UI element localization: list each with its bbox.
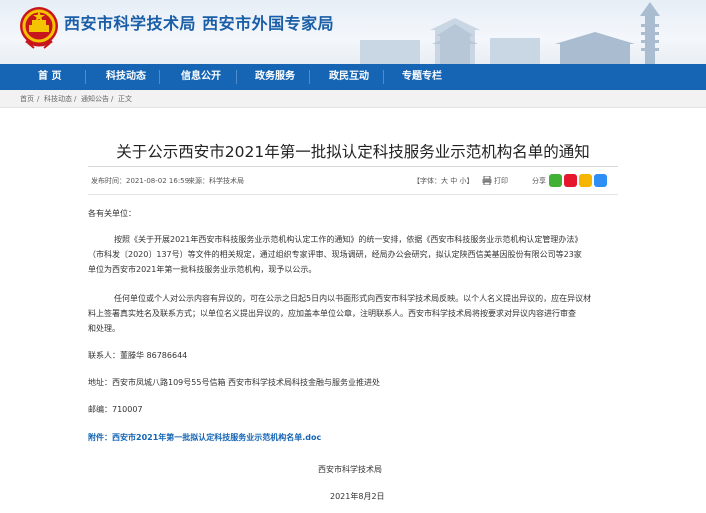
signature-org: 西安市科学技术局 bbox=[318, 465, 382, 474]
nav-divider bbox=[159, 70, 160, 84]
national-emblem-icon[interactable] bbox=[18, 5, 60, 49]
article-source: 来源：科学技术局 bbox=[188, 177, 244, 185]
nav-item-home[interactable]: 首 页 bbox=[38, 64, 61, 90]
breadcrumb-separator: / bbox=[37, 95, 40, 103]
breadcrumb-home[interactable]: 首页 bbox=[20, 90, 34, 108]
title-divider bbox=[88, 166, 618, 167]
attachment-label: 附件： bbox=[88, 433, 112, 442]
site-title[interactable]: 西安市科学技术局 西安市外国专家局 bbox=[64, 10, 334, 34]
paragraph-1-line-1: 按照《关于开展2021年西安市科技服务业示范机构认定工作的通知》的统一安排，依据… bbox=[114, 235, 583, 244]
font-size-switcher[interactable]: 【字体：大 中 小】 bbox=[413, 175, 473, 187]
postcode: 邮编：710007 bbox=[88, 405, 143, 414]
article-title: 关于公示西安市2021年第一批拟认定科技服务业示范机构名单的通知 bbox=[116, 143, 590, 161]
nav-item-interaction[interactable]: 政民互动 bbox=[329, 64, 369, 90]
breadcrumb-current: 正文 bbox=[118, 95, 132, 103]
breadcrumb-separator: / bbox=[111, 95, 114, 103]
site-header: 西安市科学技术局 西安市外国专家局 bbox=[0, 0, 706, 64]
contact-address: 地址：西安市凤城八路109号55号信箱 西安市科学技术局科技金融与服务业推进处 bbox=[88, 378, 380, 387]
qzone-icon[interactable] bbox=[579, 174, 592, 187]
nav-divider bbox=[383, 70, 384, 84]
nav-divider bbox=[236, 70, 237, 84]
nav-item-disclosure[interactable]: 信息公开 bbox=[181, 64, 221, 90]
attachment-link[interactable]: 附件：西安市2021年第一批拟认定科技服务业示范机构名单.doc bbox=[88, 431, 628, 446]
weibo-icon[interactable] bbox=[564, 174, 577, 187]
main-nav: 首 页 科技动态 信息公开 政务服务 政民互动 专题专栏 bbox=[0, 64, 706, 90]
nav-item-topics[interactable]: 专题专栏 bbox=[402, 64, 442, 90]
attachment-filename[interactable]: 西安市2021年第一批拟认定科技服务业示范机构名单.doc bbox=[112, 433, 321, 442]
breadcrumb-notices[interactable]: 通知公告 bbox=[81, 90, 109, 108]
contact-person: 联系人：董滕华 86786644 bbox=[88, 351, 188, 360]
qq-icon[interactable] bbox=[594, 174, 607, 187]
paragraph-2-line-2: 料上签署真实姓名及联系方式；以单位名义提出异议的，应加盖本单位公章，注明联系人。… bbox=[88, 309, 576, 318]
nav-item-news[interactable]: 科技动态 bbox=[106, 64, 146, 90]
paragraph-1-line-2: （市科发〔2020〕137号）等文件的相关规定，通过组织专家评审、现场调研，经局… bbox=[88, 250, 582, 259]
nav-divider bbox=[85, 70, 86, 84]
paragraph-2-line-1: 任何单位或个人对公示内容有异议的，可在公示之日起5日内以书面形式向西安市科学技术… bbox=[114, 294, 592, 303]
meta-divider bbox=[88, 194, 618, 195]
nav-divider bbox=[309, 70, 310, 84]
wechat-icon[interactable] bbox=[549, 174, 562, 187]
paragraph-1-line-3: 单位为西安市2021年第一批科技服务业示范机构，现予以公示。 bbox=[88, 265, 317, 274]
signature-date: 2021年8月2日 bbox=[330, 492, 385, 501]
paragraph-2-line-3: 和处理。 bbox=[88, 324, 120, 333]
nav-item-services[interactable]: 政务服务 bbox=[255, 64, 295, 90]
publish-time: 发布时间：2021-08-02 16:59 bbox=[91, 177, 190, 185]
breadcrumb-news[interactable]: 科技动态 bbox=[44, 90, 72, 108]
greeting: 各有关单位： bbox=[88, 209, 136, 218]
share-label: 分享 bbox=[532, 177, 546, 185]
print-button[interactable]: 打印 bbox=[494, 175, 508, 187]
city-skyline-decoration bbox=[360, 2, 660, 64]
print-icon[interactable] bbox=[482, 176, 492, 185]
breadcrumb: 首页 / 科技动态 / 通知公告 / 正文 bbox=[0, 90, 706, 108]
breadcrumb-separator: / bbox=[74, 95, 77, 103]
